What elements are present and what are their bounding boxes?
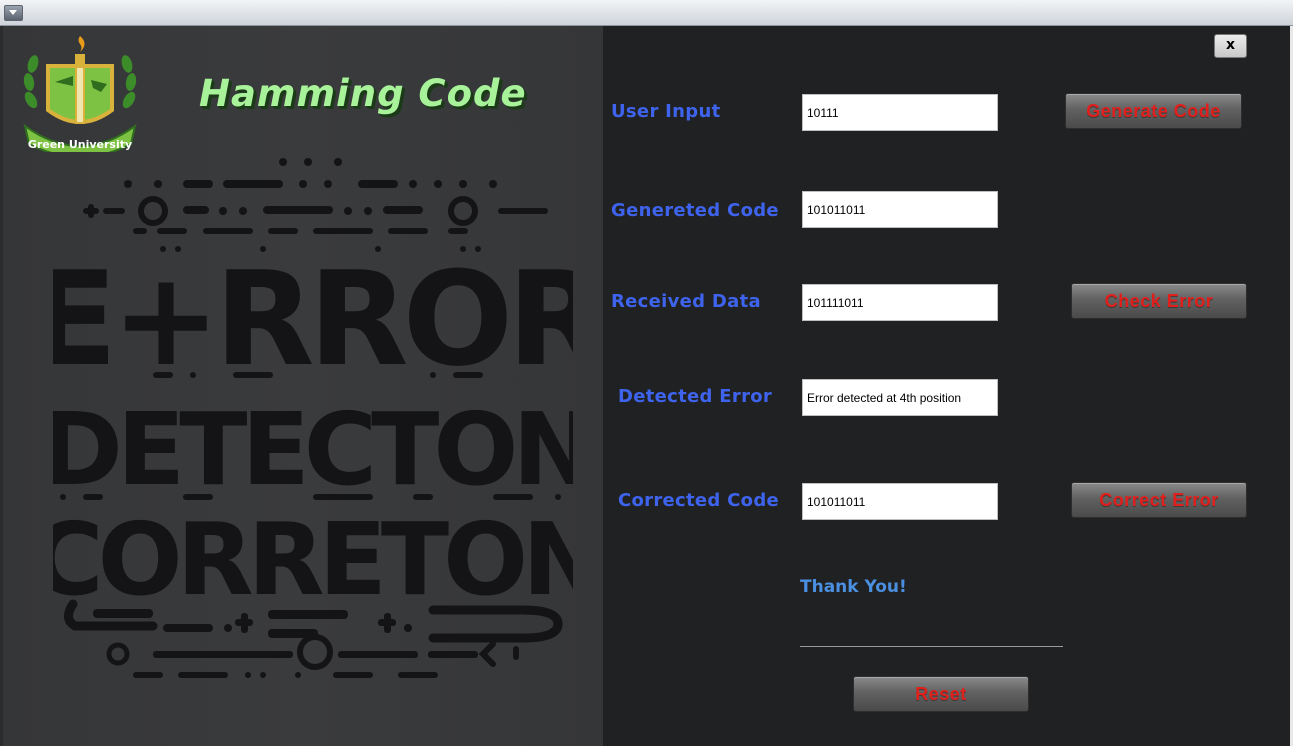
user-input-field[interactable] bbox=[802, 94, 998, 131]
window-titlebar bbox=[0, 0, 1293, 26]
artwork-line-3: CORRETON bbox=[53, 501, 573, 618]
received-data-field[interactable] bbox=[802, 284, 998, 321]
logo-text: Green University bbox=[28, 138, 132, 151]
left-panel: Green University Hamming Code E+RROR DET… bbox=[3, 26, 603, 746]
generated-code-field[interactable] bbox=[802, 191, 998, 228]
artwork-line-2: DETECTON bbox=[53, 391, 573, 508]
check-error-button[interactable]: Check Error bbox=[1071, 283, 1247, 319]
reset-button[interactable]: Reset bbox=[853, 676, 1029, 712]
separator-line bbox=[800, 646, 1063, 647]
detected-error-field[interactable] bbox=[802, 379, 998, 416]
generate-code-button[interactable]: Generate Code bbox=[1065, 93, 1242, 129]
close-button[interactable]: x bbox=[1214, 34, 1247, 58]
received-data-label: Received Data bbox=[611, 291, 761, 312]
corrected-code-field[interactable] bbox=[802, 483, 998, 520]
user-input-label: User Input bbox=[611, 101, 721, 122]
corrected-code-label: Corrected Code bbox=[618, 490, 780, 511]
thank-you-message: Thank You! bbox=[800, 577, 907, 597]
detected-error-label: Detected Error bbox=[618, 386, 773, 407]
error-detection-artwork: E+RROR DETECTON CORRETON bbox=[53, 158, 573, 678]
app-title: Hamming Code bbox=[199, 72, 527, 115]
university-logo: Green University bbox=[23, 36, 137, 152]
artwork-line-1: E+RROR bbox=[53, 243, 573, 395]
generated-code-label: Genereted Code bbox=[611, 200, 779, 221]
dropdown-arrow-icon[interactable] bbox=[4, 5, 23, 21]
correct-error-button[interactable]: Correct Error bbox=[1071, 482, 1247, 518]
